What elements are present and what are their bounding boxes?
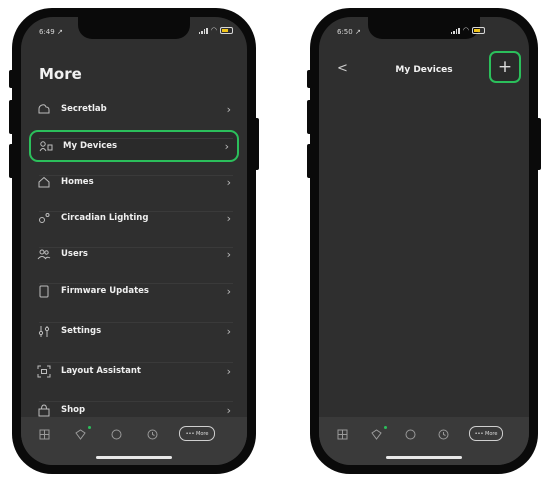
volume-down-button: [9, 144, 14, 178]
dashboard-icon: [39, 429, 49, 439]
clock-icon: [147, 429, 157, 439]
menu-item-label: Shop: [61, 405, 86, 415]
divider: [39, 322, 233, 323]
menu-item-label: Users: [61, 249, 88, 259]
power-button: [536, 118, 541, 170]
wifi-icon: ◠: [462, 26, 469, 34]
cloud-icon: [37, 102, 51, 116]
home-indicator: [386, 456, 462, 459]
status-time: 6:50 ↗: [337, 28, 361, 36]
chevron-right-icon: ›: [226, 364, 231, 378]
compass-icon: [405, 429, 415, 439]
settings-icon: [37, 324, 51, 338]
add-device-button[interactable]: +: [489, 51, 521, 83]
chevron-right-icon: ›: [226, 284, 231, 298]
chevron-right-icon: ›: [224, 139, 229, 153]
power-button: [254, 118, 259, 170]
divider: [39, 175, 233, 176]
divider: [39, 362, 233, 363]
status-time: 6:49 ↗: [39, 28, 63, 36]
tab-bar: ••• More: [319, 417, 529, 465]
compass-icon: [111, 429, 121, 439]
volume-up-button: [307, 100, 312, 134]
mute-switch: [9, 70, 14, 88]
menu-item-homes[interactable]: Homes ›: [29, 168, 239, 196]
left-screen: 6:49 ↗ ◠ More Secretlab › My Devices › H…: [21, 17, 247, 465]
chevron-right-icon: ›: [226, 175, 231, 189]
battery-icon: [220, 27, 233, 34]
status-icons: ◠: [450, 26, 485, 34]
menu-item-label: Secretlab: [61, 104, 107, 114]
divider: [39, 283, 233, 284]
tab-scenes[interactable]: [73, 427, 87, 441]
divider: [39, 401, 233, 402]
tab-bar: ••• More: [21, 417, 247, 465]
notification-dot: [384, 426, 387, 429]
signal-icon: [198, 27, 208, 34]
chevron-right-icon: ›: [226, 247, 231, 261]
mute-switch: [307, 70, 312, 88]
tab-scenes[interactable]: [369, 427, 383, 441]
status-icons: ◠: [198, 26, 233, 34]
chevron-right-icon: ›: [226, 403, 231, 417]
chevron-right-icon: ›: [226, 102, 231, 116]
tab-dashboard[interactable]: [335, 427, 349, 441]
menu-item-label: Layout Assistant: [61, 366, 141, 376]
menu-item-label: Circadian Lighting: [61, 213, 149, 223]
tab-schedules[interactable]: [145, 427, 159, 441]
tab-dashboard[interactable]: [37, 427, 51, 441]
menu-item-users[interactable]: Users ›: [29, 240, 239, 268]
divider: [39, 211, 233, 212]
wifi-icon: ◠: [210, 26, 217, 34]
right-phone: 6:50 ↗ ◠ < My Devices + ••• More: [307, 8, 541, 474]
chevron-right-icon: ›: [226, 211, 231, 225]
volume-up-button: [9, 100, 14, 134]
circadian-icon: [37, 211, 51, 225]
page-title: More: [39, 65, 82, 83]
tab-discover[interactable]: [403, 427, 417, 441]
tab-more[interactable]: ••• More: [179, 426, 215, 441]
volume-down-button: [307, 144, 312, 178]
menu-item-label: Homes: [61, 177, 94, 187]
signal-icon: [450, 27, 460, 34]
chevron-right-icon: ›: [226, 324, 231, 338]
tab-schedules[interactable]: [436, 427, 450, 441]
tab-more[interactable]: ••• More: [469, 426, 503, 441]
devices-icon: [39, 139, 53, 153]
users-icon: [37, 247, 51, 261]
notch: [78, 17, 190, 39]
dashboard-icon: [337, 429, 347, 439]
right-screen: 6:50 ↗ ◠ < My Devices + ••• More: [319, 17, 529, 465]
menu-item-my-devices[interactable]: My Devices ›: [29, 130, 239, 162]
home-icon: [37, 175, 51, 189]
divider: [39, 247, 233, 248]
menu-item-label: Firmware Updates: [61, 286, 149, 296]
layout-icon: [37, 364, 51, 378]
menu-item-circadian-lighting[interactable]: Circadian Lighting ›: [29, 204, 239, 232]
battery-icon: [472, 27, 485, 34]
notification-dot: [88, 426, 91, 429]
menu-item-label: My Devices: [63, 141, 118, 151]
menu-item-label: Settings: [61, 326, 102, 336]
clock-icon: [438, 429, 448, 439]
scenes-icon: [74, 428, 86, 440]
firmware-icon: [37, 284, 51, 298]
scenes-icon: [370, 428, 382, 440]
tab-discover[interactable]: [109, 427, 123, 441]
shop-icon: [37, 403, 51, 417]
home-indicator: [96, 456, 172, 459]
left-phone: 6:49 ↗ ◠ More Secretlab › My Devices › H…: [9, 8, 259, 474]
divider: [39, 138, 233, 139]
menu-item-secretlab[interactable]: Secretlab ›: [29, 95, 239, 123]
menu-item-firmware-updates[interactable]: Firmware Updates ›: [29, 277, 239, 305]
